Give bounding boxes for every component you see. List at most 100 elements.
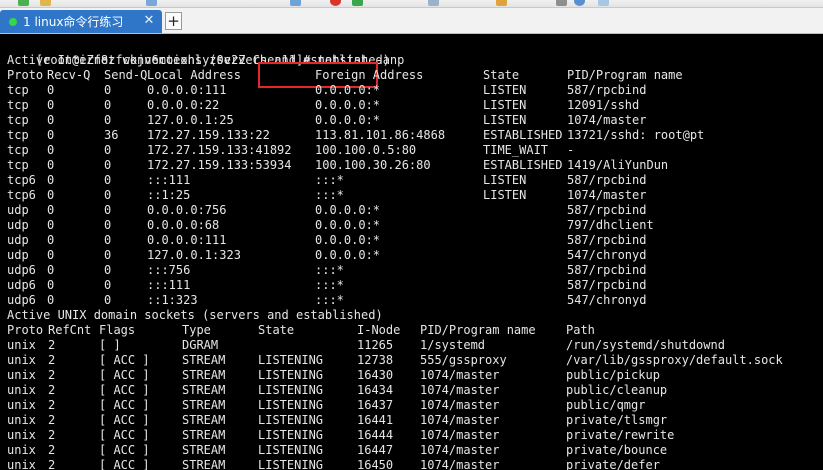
unix-table-row-cell: [ ACC ] (99, 368, 150, 382)
toolbar-chat-icon[interactable] (598, 0, 609, 6)
inet-table-row-cell: 0.0.0.0:* (315, 98, 381, 112)
session-tab[interactable]: 1 linux命令行练习 ✕ (0, 10, 162, 33)
unix-table-row-cell: DGRAM (182, 338, 219, 352)
command-line: [root@iZf8zfwkjv6moexhlyz0v2Z Chen11]# n… (7, 38, 404, 67)
session-tab-bar: 1 linux命令行练习 ✕ + (0, 8, 823, 34)
toolbar-new-icon[interactable] (18, 0, 29, 6)
inet-table-row-cell: 0 (47, 173, 55, 187)
unix-table-row-cell: 1074/master (420, 458, 500, 470)
unix-table-row-cell: 2 (48, 413, 56, 427)
inet-table-row-cell: 0 (104, 113, 112, 127)
inet-table-row-cell: ESTABLISHED (483, 128, 563, 142)
inet-table-row-cell: 587/rpcbind (567, 263, 647, 277)
unix-table-row-cell: [ ACC ] (99, 428, 150, 442)
inet-table-row-cell: udp6 (7, 293, 36, 307)
inet-table-row-cell: :::756 (147, 263, 191, 277)
unix-table-row-cell: unix (7, 353, 36, 367)
inet-table-row-cell: 172.27.159.133:53934 (147, 158, 292, 172)
inet-table-row-cell: :::111 (147, 173, 191, 187)
unix-table-row-cell: [ ACC ] (99, 413, 150, 427)
unix-table-row-cell: unix (7, 398, 36, 412)
unix-table-row-cell: STREAM (182, 398, 226, 412)
toolbar-stop-icon[interactable] (330, 0, 341, 6)
terminal-output[interactable]: [root@iZf8zfwkjv6moexhlyz0v2Z Chen11]# n… (0, 34, 823, 470)
inet-table-row-cell: ::1:25 (147, 188, 191, 202)
inet-table-row-cell: 0 (104, 233, 112, 247)
unix-table-row-cell: 1/systemd (420, 338, 486, 352)
unix-table-row-cell: 2 (48, 353, 56, 367)
inet-table-row-cell: 0 (47, 218, 55, 232)
toolbar-window-icon[interactable] (428, 0, 439, 6)
toolbar-view-icon[interactable] (556, 0, 567, 6)
inet-table-row-cell: 0.0.0.0:22 (147, 98, 220, 112)
close-icon[interactable]: ✕ (142, 13, 156, 29)
inet-table-row-cell: tcp (7, 128, 29, 142)
inet-table-row-cell: 0.0.0.0:* (315, 248, 381, 262)
unix-header-row-cell: RefCnt (48, 323, 92, 337)
inet-table-row-cell: udp (7, 233, 29, 247)
inet-table-row-cell: LISTEN (483, 188, 527, 202)
unix-table-row-cell: STREAM (182, 413, 226, 427)
inet-table-row-cell: 0 (104, 218, 112, 232)
unix-header-row-cell: State (258, 323, 295, 337)
inet-table-row-cell: 127.0.0.1:25 (147, 113, 234, 127)
unix-table-row-cell: 2 (48, 338, 56, 352)
inet-table-row-cell: 0 (47, 203, 55, 217)
inet-table-row-cell: 1074/master (567, 188, 647, 202)
inet-table-row-cell: 0.0.0.0:68 (147, 218, 220, 232)
unix-table-row-cell: 16430 (357, 368, 394, 382)
inet-table-row-cell: 36 (104, 128, 119, 142)
unix-table-row-cell: STREAM (182, 428, 226, 442)
toolbar-globe-icon[interactable] (290, 0, 301, 6)
unix-table-row-cell: unix (7, 428, 36, 442)
toolbar-settings-icon[interactable] (146, 0, 157, 6)
unix-table-row-cell: private/bounce (566, 443, 668, 457)
toolbar-folder-icon[interactable] (40, 0, 51, 6)
unix-table-row-cell: public/qmgr (566, 398, 646, 412)
inet-table-row-cell: 0 (47, 248, 55, 262)
inet-table-row-cell: ESTABLISHED (483, 158, 563, 172)
unix-table-row-cell: 2 (48, 383, 56, 397)
toolbar-lock-icon[interactable] (496, 0, 507, 6)
unix-table-row-cell: unix (7, 458, 36, 470)
inet-table-row-cell: 0 (47, 233, 55, 247)
unix-header-row-cell: I-Node (357, 323, 401, 337)
unix-table-row-cell: LISTENING (258, 383, 324, 397)
toolbar-help-icon[interactable] (574, 0, 585, 6)
inet-table-row-cell: udp6 (7, 263, 36, 277)
inet-table-row-cell: 587/rpcbind (567, 203, 647, 217)
toolbar-run-icon[interactable] (352, 0, 363, 6)
inet-table-row-cell: tcp6 (7, 173, 36, 187)
inet-table-row-cell: 587/rpcbind (567, 83, 647, 97)
inet-table-row-cell: 547/chronyd (567, 248, 647, 262)
inet-header-row-cell: Send-Q (104, 68, 148, 82)
new-tab-button[interactable]: + (165, 12, 182, 30)
inet-table-row-cell: 0 (47, 83, 55, 97)
inet-table-row-cell: tcp6 (7, 188, 36, 202)
inet-table-row-cell: 113.81.101.86:4868 (315, 128, 446, 142)
unix-table-row-cell: 2 (48, 398, 56, 412)
inet-table-row-cell: udp6 (7, 278, 36, 292)
inet-header-row-cell: PID/Program name (567, 68, 683, 82)
inet-table-row-cell: :::* (315, 293, 344, 307)
inet-table-row-cell: 1419/AliYunDun (567, 158, 669, 172)
inet-header-row-cell: Recv-Q (47, 68, 91, 82)
inet-table-row-cell: :::* (315, 278, 344, 292)
unix-table-row-cell: STREAM (182, 368, 226, 382)
unix-table-row-cell: public/pickup (566, 368, 660, 382)
unix-table-row-cell: public/cleanup (566, 383, 668, 397)
inet-table-row-cell: 0.0.0.0:* (315, 218, 381, 232)
inet-table-row-cell: 0.0.0.0:111 (147, 233, 227, 247)
inet-table-row-cell: 547/chronyd (567, 293, 647, 307)
unix-table-row-cell: 11265 (357, 338, 394, 352)
inet-header-row-cell: State (483, 68, 520, 82)
inet-table-row-cell: 127.0.0.1:323 (147, 248, 241, 262)
unix-table-row-cell: private/rewrite (566, 428, 675, 442)
inet-table-row-cell: 0 (47, 158, 55, 172)
inet-table-row-cell: 0 (47, 278, 55, 292)
inet-table-row-cell: 0 (104, 203, 112, 217)
inet-table-row-cell: 0 (47, 128, 55, 142)
unix-table-row-cell: [ ACC ] (99, 383, 150, 397)
unix-table-row-cell: [ ACC ] (99, 353, 150, 367)
unix-table-row-cell: STREAM (182, 353, 226, 367)
